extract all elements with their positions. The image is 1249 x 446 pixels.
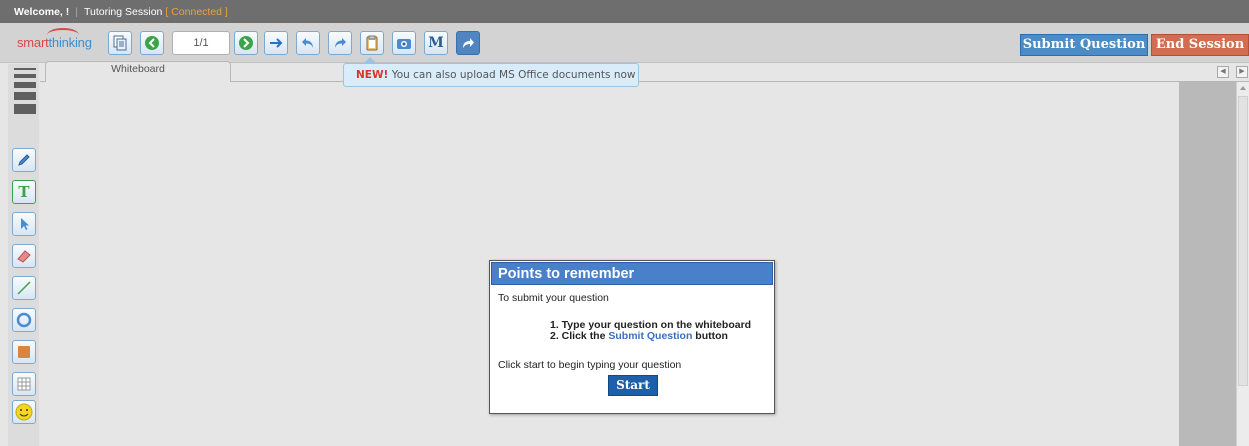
pencil-tool[interactable] [12,148,36,172]
next-page-button[interactable] [234,31,258,55]
main-toolbar: smartthinking 1/1 M Submit Question End … [0,23,1249,63]
undo-icon [302,38,313,48]
share-icon [463,38,474,48]
submit-question-button[interactable]: Submit Question [1020,34,1148,56]
table-icon [17,377,31,391]
text-tool[interactable]: T [12,180,36,204]
redo-button[interactable] [328,31,352,55]
new-badge: NEW! [356,69,389,81]
back-circle-icon [145,36,159,50]
forward-circle-icon [239,36,253,50]
dialog-title: Points to remember [491,262,773,285]
top-bar: Welcome, ! | Tutoring Session [ Connecte… [0,0,1249,23]
clipboard-icon [366,35,378,51]
share-button[interactable] [456,31,480,55]
circle-icon [16,312,32,328]
line-width-1[interactable] [14,68,36,70]
welcome-text: Welcome, ! [14,5,70,18]
screenshot-button[interactable] [392,31,416,55]
rectangle-icon [18,346,30,358]
tab-scroll-left[interactable]: ◀ [1217,66,1229,78]
emoji-tool[interactable] [12,400,36,424]
tab-scroll-right[interactable]: ▶ [1236,66,1248,78]
undo-button[interactable] [296,31,320,55]
arrow-right-icon [270,38,283,48]
line-width-5[interactable] [14,104,36,114]
redo-icon [335,38,346,48]
documents-icon [113,35,127,51]
eraser-icon [17,250,31,263]
rectangle-tool[interactable] [12,340,36,364]
line-width-3[interactable] [14,82,36,88]
connection-status: [ Connected ] [165,5,228,18]
tool-sidebar: T [8,64,39,446]
line-width-2[interactable] [14,74,36,78]
circle-tool[interactable] [12,308,36,332]
previous-page-button[interactable] [140,31,164,55]
pointer-icon [21,218,29,230]
step-2: 2. Click the Submit Question button [550,330,728,342]
camera-icon [397,39,411,49]
dialog-steps: 1. Type your question on the whiteboard … [550,320,751,342]
tooltip-text: You can also upload MS Office documents … [391,69,636,81]
canvas-margin [1179,82,1236,446]
select-tool[interactable] [12,212,36,236]
pencil-icon [18,154,30,166]
paste-button[interactable] [360,31,384,55]
line-tool[interactable] [12,276,36,300]
dialog-intro: To submit your question [498,292,609,304]
submit-question-link: Submit Question [608,330,693,342]
end-session-button[interactable]: End Session [1151,34,1249,56]
line-width-4[interactable] [14,92,36,100]
table-tool[interactable] [12,372,36,396]
smiley-icon [15,403,33,421]
topbar-separator: | [75,5,78,18]
math-editor-button[interactable]: M [424,31,448,55]
start-button[interactable]: Start [608,375,658,396]
scroll-thumb[interactable] [1238,96,1248,386]
points-dialog: Points to remember To submit your questi… [489,260,775,414]
line-width-picker[interactable] [14,68,36,118]
dialog-cta: Click start to begin typing your questio… [498,359,682,371]
documents-button[interactable] [108,31,132,55]
smarthinking-logo: smartthinking [17,35,92,50]
math-icon: M [428,35,444,51]
tab-whiteboard[interactable]: Whiteboard [45,61,231,82]
upload-tooltip: NEW! You can also upload MS Office docum… [343,63,639,87]
page-indicator[interactable]: 1/1 [172,31,230,55]
scroll-up-icon[interactable] [1240,86,1246,90]
vertical-scrollbar[interactable] [1236,82,1249,446]
eraser-tool[interactable] [12,244,36,268]
line-icon [17,281,31,295]
session-label: Tutoring Session [83,5,163,18]
text-icon: T [18,183,30,201]
go-forward-button[interactable] [264,31,288,55]
